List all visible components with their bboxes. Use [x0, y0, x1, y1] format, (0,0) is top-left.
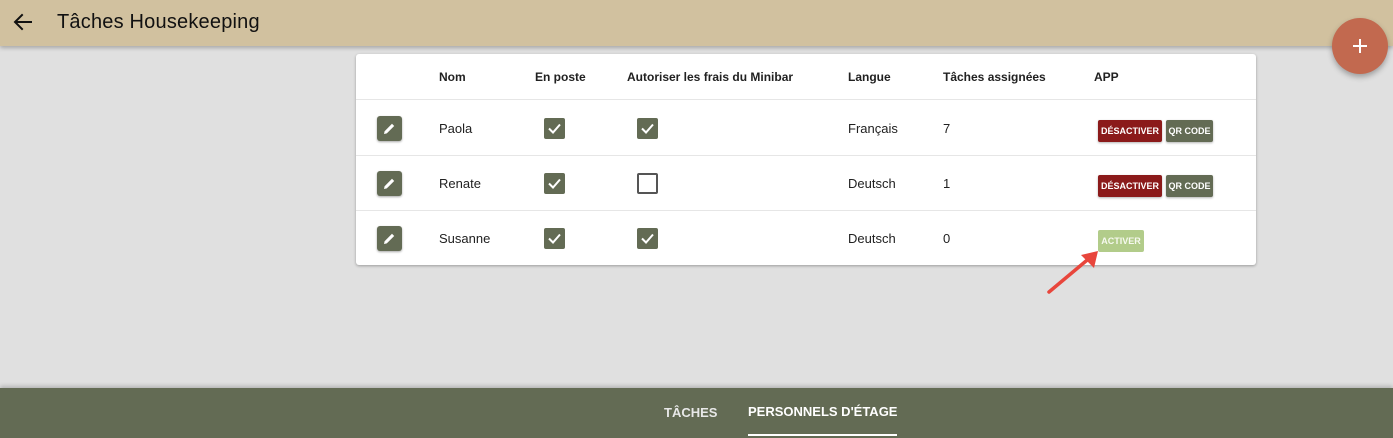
staff-name: Susanne — [439, 231, 491, 246]
qr-code-button[interactable]: QR CODE — [1166, 175, 1213, 197]
assigned-task-count: 7 — [943, 121, 951, 136]
annotation-arrow-icon — [1047, 251, 1098, 294]
col-header-language: Langue — [848, 70, 891, 84]
plus-icon — [1353, 39, 1367, 53]
staff-language: Deutsch — [848, 231, 896, 246]
on-duty-checkbox[interactable] — [544, 118, 565, 139]
on-duty-checkbox[interactable] — [544, 173, 565, 194]
pencil-icon — [384, 123, 395, 134]
minibar-checkbox[interactable] — [637, 118, 658, 139]
staff-language: Deutsch — [848, 176, 896, 191]
edit-button[interactable] — [377, 116, 402, 141]
pencil-icon — [384, 233, 395, 244]
deactivate-button[interactable]: DÉSACTIVER — [1098, 175, 1162, 197]
col-header-minibar: Autoriser les frais du Minibar — [627, 70, 794, 84]
back-button[interactable] — [11, 10, 35, 34]
minibar-checkbox[interactable] — [637, 173, 658, 194]
deactivate-button[interactable]: DÉSACTIVER — [1098, 120, 1162, 142]
edit-button[interactable] — [377, 226, 402, 251]
staff-name: Renate — [439, 176, 481, 191]
staff-table: Nom En poste Autoriser les frais du Mini… — [356, 54, 1256, 265]
assigned-task-count: 1 — [943, 176, 951, 191]
page-title: Tâches Housekeeping — [57, 11, 260, 33]
col-header-assigned-tasks: Tâches assignées — [943, 70, 1046, 84]
col-header-name: Nom — [439, 70, 466, 84]
check-icon — [641, 233, 654, 244]
on-duty-checkbox[interactable] — [544, 228, 565, 249]
table-row: Susanne Deutsch 0 ACTIVER — [356, 211, 1256, 266]
minibar-checkbox[interactable] — [637, 228, 658, 249]
tab-floor-staff[interactable]: PERSONNELS D'ÉTAGE — [748, 388, 898, 436]
col-header-app: APP — [1094, 70, 1119, 84]
edit-button[interactable] — [377, 171, 402, 196]
col-header-on-duty: En poste — [535, 70, 586, 84]
top-app-bar: Tâches Housekeeping — [0, 0, 1393, 46]
check-icon — [641, 123, 654, 134]
pencil-icon — [384, 178, 395, 189]
add-staff-button[interactable] — [1332, 18, 1388, 74]
tab-tasks[interactable]: TÂCHES — [664, 388, 717, 436]
table-header: Nom En poste Autoriser les frais du Mini… — [356, 54, 1256, 100]
check-icon — [548, 123, 561, 134]
staff-language: Français — [848, 121, 898, 136]
arrow-left-icon — [13, 13, 32, 31]
assigned-task-count: 0 — [943, 231, 951, 246]
qr-code-button[interactable]: QR CODE — [1166, 120, 1213, 142]
check-icon — [548, 233, 561, 244]
table-row: Paola Français 7 DÉSACTIVER QR CODE — [356, 101, 1256, 156]
bottom-tab-bar: TÂCHES PERSONNELS D'ÉTAGE — [0, 388, 1393, 438]
staff-name: Paola — [439, 121, 473, 136]
check-icon — [548, 178, 561, 189]
table-row: Renate Deutsch 1 DÉSACTIVER QR CODE — [356, 156, 1256, 211]
